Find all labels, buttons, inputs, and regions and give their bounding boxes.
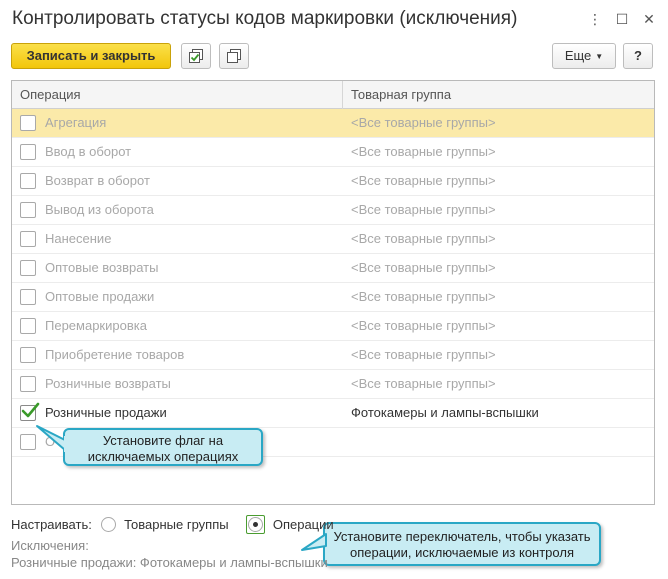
- more-button[interactable]: Еще ▼: [552, 43, 616, 69]
- operation-label: Розничные возвраты: [45, 376, 171, 391]
- tooltip-flag-text: Установите флаг на исключаемых операциях: [87, 433, 239, 464]
- tooltip-switch: Установите переключатель, чтобы указать …: [323, 522, 601, 566]
- operation-label: Розничные продажи: [45, 405, 167, 420]
- operation-label: Агрегация: [45, 115, 107, 130]
- table-body: Агрегация <Все товарные группы> Ввод в обо…: [12, 109, 654, 457]
- operation-label: Приобретение товаров: [45, 347, 185, 362]
- radio-product-groups-label[interactable]: Товарные группы: [124, 517, 229, 532]
- cell-operation: Агрегация: [20, 109, 342, 137]
- table-row[interactable]: Оптовые продажи <Все товарные группы>: [12, 283, 654, 312]
- tooltip-switch-text: Установите переключатель, чтобы указать …: [333, 529, 591, 560]
- uncheck-all-icon: [227, 49, 241, 63]
- row-checkbox[interactable]: [20, 347, 36, 363]
- row-checkbox[interactable]: [20, 434, 36, 450]
- cell-product-group[interactable]: <Все товарные группы>: [351, 196, 651, 224]
- operation-label: Оптовые продажи: [45, 289, 155, 304]
- exceptions-label: Исключения:: [11, 538, 89, 553]
- row-checkbox[interactable]: [20, 289, 36, 305]
- cell-product-group[interactable]: <Все товарные группы>: [351, 225, 651, 253]
- close-icon[interactable]: ✕: [640, 9, 658, 29]
- table-row[interactable]: Розничные возвраты <Все товарные группы>: [12, 370, 654, 399]
- row-checkbox[interactable]: [20, 202, 36, 218]
- cell-operation: Вывод из оборота: [20, 196, 342, 224]
- column-header-operation[interactable]: Операция: [12, 81, 343, 109]
- table-row[interactable]: Вывод из оборота <Все товарные группы>: [12, 196, 654, 225]
- cell-product-group[interactable]: [351, 428, 651, 456]
- more-button-label: Еще: [564, 48, 592, 63]
- cell-product-group[interactable]: <Все товарные группы>: [351, 283, 651, 311]
- tooltip-flag-arrow: [36, 425, 67, 452]
- more-icon[interactable]: ⋮: [586, 9, 604, 29]
- table-header: Операция Товарная группа: [12, 81, 654, 109]
- radio-operations[interactable]: [248, 517, 264, 532]
- radio-operations-frame: [246, 515, 266, 534]
- check-all-icon: [189, 49, 203, 63]
- row-checkbox[interactable]: [20, 402, 40, 421]
- cell-operation: Оптовые продажи: [20, 283, 342, 311]
- help-button[interactable]: ?: [623, 43, 653, 69]
- table-row[interactable]: Нанесение <Все товарные группы>: [12, 225, 654, 254]
- settings-label: Настраивать:: [11, 517, 92, 532]
- cell-operation: Нанесение: [20, 225, 342, 253]
- operation-label: Вывод из оборота: [45, 202, 154, 217]
- cell-product-group[interactable]: <Все товарные группы>: [351, 138, 651, 166]
- row-checkbox[interactable]: [20, 231, 36, 247]
- operation-label: Оптовые возвраты: [45, 260, 159, 275]
- cell-operation: Розничные возвраты: [20, 370, 342, 398]
- row-checkbox[interactable]: [20, 260, 36, 276]
- window-title: Контролировать статусы кодов маркировки …: [12, 8, 518, 29]
- operation-label: Возврат в оборот: [45, 173, 150, 188]
- tooltip-flag: Установите флаг на исключаемых операциях: [63, 428, 263, 466]
- cell-product-group[interactable]: <Все товарные группы>: [351, 341, 651, 369]
- cell-product-group[interactable]: <Все товарные группы>: [351, 312, 651, 340]
- operation-label: Перемаркировка: [45, 318, 147, 333]
- cell-operation: Приобретение товаров: [20, 341, 342, 369]
- cell-operation: Возврат в оборот: [20, 167, 342, 195]
- operation-label: Ввод в оборот: [45, 144, 132, 159]
- radio-product-groups[interactable]: [101, 517, 117, 532]
- cell-product-group[interactable]: Фотокамеры и лампы-вспышки: [351, 399, 651, 427]
- save-and-close-button[interactable]: Записать и закрыть: [11, 43, 171, 69]
- table-row[interactable]: Розничные продажи Фотокамеры и лампы-вспы…: [12, 399, 654, 428]
- cell-product-group[interactable]: <Все товарные группы>: [351, 167, 651, 195]
- toolbar: Записать и закрыть Еще ▼ ?: [0, 42, 668, 72]
- column-header-group[interactable]: Товарная группа: [343, 81, 654, 109]
- checkmark-icon: [21, 402, 40, 418]
- uncheck-all-button[interactable]: [219, 43, 249, 69]
- row-checkbox[interactable]: [20, 376, 36, 392]
- cell-operation: Перемаркировка: [20, 312, 342, 340]
- table-row[interactable]: Оптовые возвраты <Все товарные группы>: [12, 254, 654, 283]
- table-row[interactable]: Перемаркировка <Все товарные группы>: [12, 312, 654, 341]
- cell-operation: Ввод в оборот: [20, 138, 342, 166]
- window-titlebar: Контролировать статусы кодов маркировки …: [0, 0, 668, 40]
- radio-operations-label[interactable]: Операции: [273, 517, 334, 532]
- cell-product-group[interactable]: <Все товарные группы>: [351, 254, 651, 282]
- settings-row: Настраивать: Товарные группы Операции: [11, 515, 334, 535]
- cell-product-group[interactable]: <Все товарные группы>: [351, 109, 651, 137]
- row-checkbox[interactable]: [20, 115, 36, 131]
- cell-operation: Оптовые возвраты: [20, 254, 342, 282]
- chevron-down-icon: ▼: [595, 52, 604, 61]
- row-checkbox[interactable]: [20, 318, 36, 334]
- cell-operation: Розничные продажи: [20, 399, 342, 427]
- table-row[interactable]: Возврат в оборот <Все товарные группы>: [12, 167, 654, 196]
- row-checkbox[interactable]: [20, 144, 36, 160]
- table-row[interactable]: Ввод в оборот <Все товарные группы>: [12, 138, 654, 167]
- table-row[interactable]: Агрегация <Все товарные группы>: [12, 109, 654, 138]
- check-all-button[interactable]: [181, 43, 211, 69]
- row-checkbox[interactable]: [20, 173, 36, 189]
- operation-label: Нанесение: [45, 231, 112, 246]
- exceptions-value: Розничные продажи: Фотокамеры и лампы-вс…: [11, 555, 328, 570]
- table-row[interactable]: Приобретение товаров <Все товарные группы…: [12, 341, 654, 370]
- cell-product-group[interactable]: <Все товарные группы>: [351, 370, 651, 398]
- maximize-icon[interactable]: ☐: [613, 9, 631, 29]
